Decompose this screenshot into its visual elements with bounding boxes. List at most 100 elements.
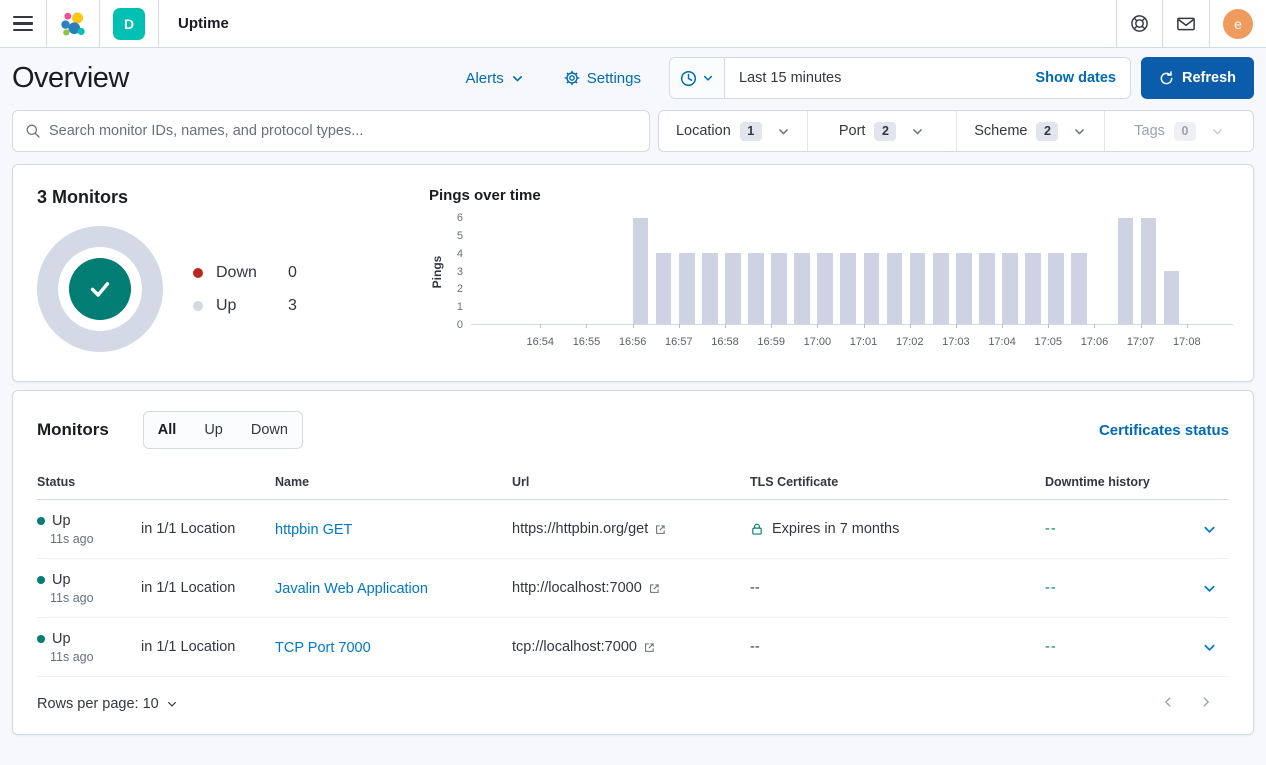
help-button[interactable] [1116, 0, 1162, 47]
certificates-status-link[interactable]: Certificates status [1099, 422, 1229, 439]
space-badge[interactable]: D [113, 8, 145, 40]
x-tick-label: 17:03 [942, 336, 970, 348]
x-tick-label: 17:02 [896, 336, 924, 348]
external-link-icon[interactable] [643, 641, 656, 654]
refresh-label: Refresh [1182, 70, 1236, 86]
time-range-value[interactable]: Last 15 minutes [725, 70, 1021, 86]
search-box[interactable] [12, 110, 650, 152]
elastic-logo[interactable] [47, 0, 100, 47]
chevron-right-icon [1199, 695, 1213, 709]
tab-all[interactable]: All [144, 412, 191, 448]
legend-item-down: Down 0 [193, 264, 297, 282]
help-icon [1130, 14, 1149, 33]
expand-row-button[interactable] [1193, 513, 1225, 545]
y-axis-title: Pings [429, 218, 445, 325]
x-tick-mark [956, 324, 957, 328]
ping-bar [1002, 253, 1018, 324]
chevron-left-icon [1161, 695, 1175, 709]
ping-bar [910, 253, 926, 324]
column-header-status: Status [37, 467, 141, 499]
ping-bar [864, 253, 880, 324]
refresh-button[interactable]: Refresh [1141, 57, 1254, 99]
space-selector[interactable]: D [100, 0, 159, 47]
status-label: Up [52, 631, 71, 647]
monitor-name-link[interactable]: httpbin GET [275, 522, 352, 538]
y-axis: 0123456 [445, 218, 471, 325]
x-tick-label: 17:01 [850, 336, 878, 348]
ping-bar [1071, 253, 1087, 324]
url-cell: https://httpbin.org/get [512, 521, 750, 537]
monitor-name-link[interactable]: TCP Port 7000 [275, 640, 371, 656]
tab-up[interactable]: Up [190, 412, 237, 448]
x-tick-label: 17:07 [1127, 336, 1155, 348]
status-ok-circle [69, 258, 131, 320]
rows-per-page-button[interactable]: Rows per page: 10 [37, 696, 178, 712]
x-tick-label: 17:06 [1081, 336, 1109, 348]
status-filter-tabs: AllUpDown [143, 411, 303, 449]
x-tick-mark [586, 324, 587, 328]
monitor-url: http://localhost:7000 [512, 580, 642, 596]
search-input[interactable] [49, 123, 637, 139]
ping-bar [956, 253, 972, 324]
filter-label: Port [839, 123, 866, 139]
show-dates-button[interactable]: Show dates [1021, 70, 1130, 86]
x-tick-mark [1002, 324, 1003, 328]
chart-title: Pings over time [429, 187, 1233, 204]
chart-plot-area[interactable]: 16:5416:5516:5616:5716:5816:5917:0017:01… [471, 218, 1233, 325]
column-header-empty [141, 474, 275, 492]
tls-value: -- [750, 580, 760, 596]
x-tick-mark [1141, 324, 1142, 328]
tab-down[interactable]: Down [237, 412, 302, 448]
url-cell: tcp://localhost:7000 [512, 639, 750, 655]
x-tick-label: 17:00 [804, 336, 832, 348]
y-tick-label: 4 [457, 248, 463, 260]
monitor-url: tcp://localhost:7000 [512, 639, 637, 655]
filter-port-button[interactable]: Port 2 [808, 111, 957, 151]
status-timestamp: 11s ago [50, 650, 141, 664]
column-header-downtime-history: Downtime history [1045, 467, 1193, 499]
filter-count-badge: 0 [1174, 122, 1196, 141]
monitors-panel: Monitors AllUpDown Certificates status S… [12, 390, 1254, 735]
status-cell: Up 11s ago [37, 572, 141, 605]
y-tick-label: 5 [457, 230, 463, 242]
ping-bar [679, 253, 695, 324]
filter-location-button[interactable]: Location 1 [659, 111, 808, 151]
x-tick-mark [817, 324, 818, 328]
quick-ranges-button[interactable] [670, 58, 725, 98]
alerts-dropdown-button[interactable]: Alerts [465, 70, 523, 87]
ping-bar [979, 253, 995, 324]
expand-row-button[interactable] [1193, 572, 1225, 604]
ping-bar [817, 253, 833, 324]
column-header-tls-certificate: TLS Certificate [750, 467, 1045, 499]
x-tick-mark [771, 324, 772, 328]
monitor-url: https://httpbin.org/get [512, 521, 648, 537]
search-filter-row: Location 1Port 2Scheme 2Tags 0 [0, 108, 1266, 152]
settings-button[interactable]: Settings [564, 70, 641, 87]
snapshot-title: 3 Monitors [37, 187, 417, 208]
expand-row-button[interactable] [1193, 631, 1225, 663]
monitor-name-link[interactable]: Javalin Web Application [275, 581, 428, 597]
next-page-button[interactable] [1199, 695, 1213, 712]
user-menu[interactable]: e [1209, 0, 1266, 47]
newsfeed-button[interactable] [1162, 0, 1209, 47]
elastic-logo-icon [60, 11, 86, 37]
previous-page-button[interactable] [1161, 695, 1175, 712]
location-cell: in 1/1 Location [141, 580, 275, 596]
table-row: Up 11s ago in 1/1 Location httpbin GET h… [37, 500, 1229, 559]
hamburger-menu-icon[interactable] [13, 16, 33, 32]
clock-icon [680, 70, 697, 87]
external-link-icon[interactable] [648, 582, 661, 595]
filter-tags-button: Tags 0 [1105, 111, 1253, 151]
external-link-icon[interactable] [654, 523, 667, 536]
x-tick-mark [1187, 324, 1188, 328]
chevron-down-icon [911, 125, 924, 138]
column-header-url: Url [512, 467, 750, 499]
menu-section[interactable] [0, 0, 47, 47]
filter-label: Location [676, 123, 731, 139]
filter-scheme-button[interactable]: Scheme 2 [957, 111, 1106, 151]
status-up-dot [37, 635, 45, 643]
filter-count-badge: 2 [1036, 122, 1058, 141]
ping-bar [887, 253, 903, 324]
user-avatar[interactable]: e [1223, 9, 1253, 39]
status-label: Up [52, 513, 71, 529]
